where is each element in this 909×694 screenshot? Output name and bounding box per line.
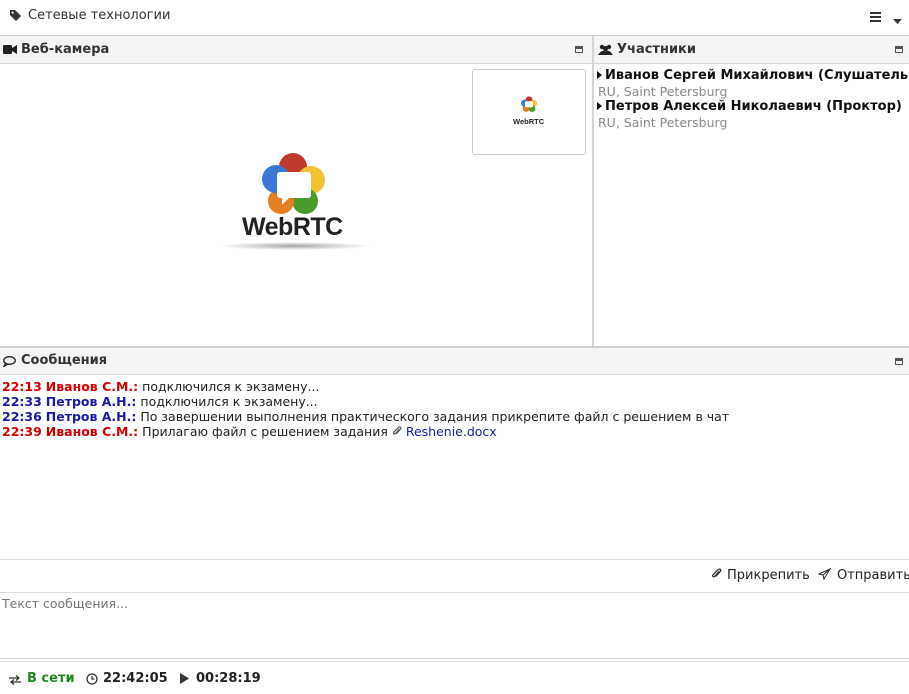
play-icon xyxy=(180,673,189,688)
message-toolbar: Прикрепить Отправить xyxy=(0,559,909,593)
connection-icon xyxy=(9,674,21,689)
tag-icon xyxy=(9,9,22,26)
paperclip-icon xyxy=(392,425,402,440)
webcam-panel-header: Веб-камера xyxy=(0,35,593,64)
message-item: 22:13 Иванов С.М.: подключился к экзамен… xyxy=(2,379,319,394)
participant-item[interactable]: Петров Алексей Николаевич (Проктор) xyxy=(597,99,902,114)
message-author: Петров А.Н.: xyxy=(45,409,137,424)
top-bar: Сетевые технологии xyxy=(0,0,909,34)
message-text: Прилагаю файл с решением задания xyxy=(142,424,388,439)
message-time: 22:33 xyxy=(2,394,42,409)
minimize-icon[interactable] xyxy=(895,46,903,53)
webrtc-logo: WebRTC xyxy=(212,152,372,257)
chevron-down-icon[interactable] xyxy=(893,14,902,29)
caret-right-icon xyxy=(597,99,602,114)
message-author: Иванов С.М.: xyxy=(45,424,139,439)
users-icon xyxy=(598,44,613,60)
message-time: 22:13 xyxy=(2,379,42,394)
video-camera-icon xyxy=(3,44,17,59)
current-time: 22:42:05 xyxy=(103,671,168,686)
participant-location: RU, Saint Petersburg xyxy=(598,84,728,99)
message-item: 22:36 Петров А.Н.: По завершении выполне… xyxy=(2,409,729,424)
elapsed-timer: 00:28:19 xyxy=(196,671,261,686)
self-view-thumbnail[interactable]: WebRTC xyxy=(472,69,586,155)
message-item: 22:33 Петров А.Н.: подключился к экзамен… xyxy=(2,394,318,409)
webcam-view: WebRTC WebRTC xyxy=(0,64,592,346)
participants-list: Иванов Сергей Михайлович (Слушатель) RU,… xyxy=(594,64,909,346)
attachment-link[interactable]: Reshenie.docx xyxy=(406,424,497,439)
participant-location: RU, Saint Petersburg xyxy=(598,115,728,130)
menu-icon[interactable] xyxy=(870,11,882,26)
attach-label: Прикрепить xyxy=(727,568,810,583)
webrtc-logo-text: WebRTC xyxy=(242,213,343,241)
participant-name: Иванов Сергей Михайлович (Слушатель) xyxy=(605,68,909,83)
message-time: 22:39 xyxy=(2,424,42,439)
message-item: 22:39 Иванов С.М.: Прилагаю файл с решен… xyxy=(2,424,497,440)
status-online: В сети xyxy=(27,671,75,686)
message-time: 22:36 xyxy=(2,409,42,424)
caret-right-icon xyxy=(597,68,602,83)
send-label: Отправить xyxy=(837,568,909,583)
messages-panel-header: Сообщения xyxy=(0,346,909,375)
status-bar: В сети 22:42:05 00:28:19 xyxy=(0,661,909,694)
minimize-icon[interactable] xyxy=(895,358,903,365)
minimize-icon[interactable] xyxy=(575,46,583,53)
participant-name: Петров Алексей Николаевич (Проктор) xyxy=(605,99,902,114)
participant-item[interactable]: Иванов Сергей Михайлович (Слушатель) xyxy=(597,68,909,83)
clock-icon xyxy=(86,673,98,689)
participants-panel-header: Участники xyxy=(594,35,909,64)
message-author: Иванов С.М.: xyxy=(45,379,139,394)
message-text: подключился к экзамену... xyxy=(140,394,318,409)
message-text: подключился к экзамену... xyxy=(142,379,320,394)
messages-list: 22:13 Иванов С.М.: подключился к экзамен… xyxy=(0,375,909,559)
message-input[interactable] xyxy=(0,593,909,659)
send-icon xyxy=(817,567,832,584)
chat-icon xyxy=(2,356,16,371)
webcam-title: Веб-камера xyxy=(21,42,110,57)
send-button[interactable]: Отправить xyxy=(817,567,909,584)
thumbnail-logo-text: WebRTC xyxy=(513,117,545,126)
messages-title: Сообщения xyxy=(21,353,108,368)
paperclip-icon xyxy=(711,568,722,584)
participants-title: Участники xyxy=(617,42,696,57)
course-title: Сетевые технологии xyxy=(28,8,171,23)
message-text: По завершении выполнения практического з… xyxy=(140,409,730,424)
attach-button[interactable]: Прикрепить xyxy=(711,568,810,584)
message-author: Петров А.Н.: xyxy=(45,394,137,409)
